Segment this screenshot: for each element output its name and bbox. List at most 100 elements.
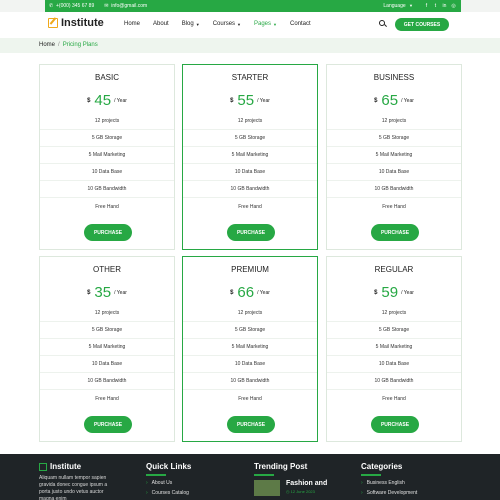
feature-item: 10 GB Bandwidth <box>40 373 174 390</box>
search-icon[interactable] <box>379 20 385 26</box>
price-currency: $ <box>374 97 378 104</box>
price-row: $ 65 / Year <box>327 92 461 109</box>
price-period: / Year <box>401 97 414 104</box>
feature-item: 5 GB Storage <box>40 130 174 147</box>
feature-item: 10 GB Bandwidth <box>183 181 317 198</box>
feature-item: 12 projects <box>327 305 461 322</box>
site-logo[interactable]: Institute <box>48 17 104 29</box>
main-nav: Home About Blog ▼ Courses ▼ Pages ▼ Contact <box>124 21 324 27</box>
footer-link[interactable]: › Courses Catalog <box>146 490 191 496</box>
purchase-button[interactable]: PURCHASE <box>227 224 275 241</box>
price-period: / Year <box>114 289 127 296</box>
purchase-button[interactable]: PURCHASE <box>371 224 419 241</box>
pricing-grid: BASIC $ 45 / Year 12 projects 5 GB Stora… <box>39 64 462 442</box>
feature-item: 10 GB Bandwidth <box>327 181 461 198</box>
plan-name: PREMIUM <box>231 265 269 274</box>
price-amount: 59 <box>381 284 399 301</box>
feature-item: Free Hand <box>238 203 262 210</box>
phone-contact[interactable]: ✆ +(000) 345 67 89 <box>49 3 94 9</box>
feature-item: Free Hand <box>238 395 262 402</box>
pricing-card-premium: PREMIUM $ 66 / Year 12 projects 5 GB Sto… <box>182 256 318 442</box>
feature-item: 10 GB Bandwidth <box>327 373 461 390</box>
chevron-right-icon: › <box>146 489 148 496</box>
quick-links-title: Quick Links <box>146 462 192 471</box>
breadcrumb-home[interactable]: Home <box>39 42 55 48</box>
feature-item: 5 GB Storage <box>327 130 461 147</box>
site-footer: Institute Aliquam nullam tempor sapien g… <box>0 454 500 500</box>
feature-item: 12 projects <box>327 113 461 130</box>
post-title: Fashion and <box>286 479 328 487</box>
pricing-card-starter: STARTER $ 55 / Year 12 projects 5 GB Sto… <box>182 64 318 250</box>
price-currency: $ <box>230 97 234 104</box>
main-header: Institute Home About Blog ▼ Courses ▼ Page… <box>0 12 500 38</box>
instagram-icon[interactable]: ◎ <box>450 3 457 10</box>
nav-label: Courses <box>212 21 236 27</box>
chevron-down-icon: ▼ <box>195 21 200 27</box>
category-label: Business English <box>366 479 405 486</box>
nav-label: Contact <box>289 21 311 27</box>
get-courses-button[interactable]: GET COURSES <box>395 18 449 31</box>
feature-item: 5 Mail Marketing <box>40 339 174 356</box>
price-amount: 66 <box>237 284 255 301</box>
feature-item: Free Hand <box>95 395 119 402</box>
feature-item: 10 Data Base <box>327 356 461 373</box>
twitter-icon[interactable]: t <box>432 3 439 10</box>
footer-link[interactable]: › About Us <box>146 480 191 486</box>
feature-item: Free Hand <box>382 395 406 402</box>
chevron-right-icon: › <box>361 489 363 496</box>
post-date: ◷ 12 June 2023 <box>286 489 327 494</box>
footer-logo-text: Institute <box>50 462 82 471</box>
footer-about-text: Aliquam nullam tempor sapien gravida don… <box>39 475 108 500</box>
nav-label: About <box>153 21 169 27</box>
language-selector[interactable]: Language ▼ <box>383 3 413 9</box>
feature-item: 12 projects <box>40 113 174 130</box>
nav-label: Pages <box>254 21 272 27</box>
post-date-text: 12 June 2023 <box>290 488 315 494</box>
chevron-right-icon: › <box>146 479 148 486</box>
price-currency: $ <box>87 97 91 104</box>
language-label: Language <box>383 3 406 9</box>
footer-categories: Categories › Business English › Software D… <box>361 462 417 496</box>
nav-about[interactable]: About <box>153 21 169 27</box>
breadcrumb-bar: Home / Pricing Plans <box>0 38 500 53</box>
facebook-icon[interactable]: f <box>423 3 430 10</box>
feature-item: 12 projects <box>183 113 317 130</box>
post-thumbnail <box>254 479 280 496</box>
price-currency: $ <box>230 289 234 296</box>
purchase-button[interactable]: PURCHASE <box>84 224 132 241</box>
categories-title: Categories <box>361 462 403 471</box>
nav-contact[interactable]: Contact <box>290 21 311 27</box>
post-info: Fashion and ◷ 12 June 2023 <box>286 480 327 496</box>
feature-item: 10 Data Base <box>40 164 174 181</box>
trending-post[interactable]: Fashion and ◷ 12 June 2023 <box>254 479 327 496</box>
nav-label: Blog <box>181 21 194 27</box>
nav-pages[interactable]: Pages ▼ <box>254 21 277 27</box>
feature-item: 10 Data Base <box>40 356 174 373</box>
plan-name: BASIC <box>94 73 119 82</box>
nav-courses[interactable]: Courses ▼ <box>213 21 241 27</box>
nav-blog[interactable]: Blog ▼ <box>182 21 200 27</box>
chevron-right-icon: › <box>361 479 363 486</box>
footer-logo[interactable]: Institute <box>39 462 117 471</box>
price-row: $ 55 / Year <box>183 92 317 109</box>
email-contact[interactable]: ✉ info@gmail.com <box>104 3 147 9</box>
feature-item: 12 projects <box>40 305 174 322</box>
purchase-button[interactable]: PURCHASE <box>371 416 419 433</box>
plan-name: STARTER <box>231 73 269 82</box>
feature-item: 12 projects <box>183 305 317 322</box>
footer-link-label: About Us <box>151 479 173 486</box>
plan-name: REGULAR <box>374 265 414 274</box>
feature-item: 5 Mail Marketing <box>327 147 461 164</box>
feature-item: Free Hand <box>382 203 406 210</box>
purchase-button[interactable]: PURCHASE <box>227 416 275 433</box>
purchase-button[interactable]: PURCHASE <box>84 416 132 433</box>
feature-item: 10 Data Base <box>183 356 317 373</box>
linkedin-icon[interactable]: in <box>441 3 448 10</box>
title-underline <box>254 474 274 476</box>
price-period: / Year <box>114 97 127 104</box>
nav-home[interactable]: Home <box>124 21 140 27</box>
feature-item: 10 Data Base <box>183 164 317 181</box>
feature-item: 5 Mail Marketing <box>183 147 317 164</box>
category-link[interactable]: › Software Development <box>361 490 417 496</box>
category-link[interactable]: › Business English <box>361 480 417 486</box>
